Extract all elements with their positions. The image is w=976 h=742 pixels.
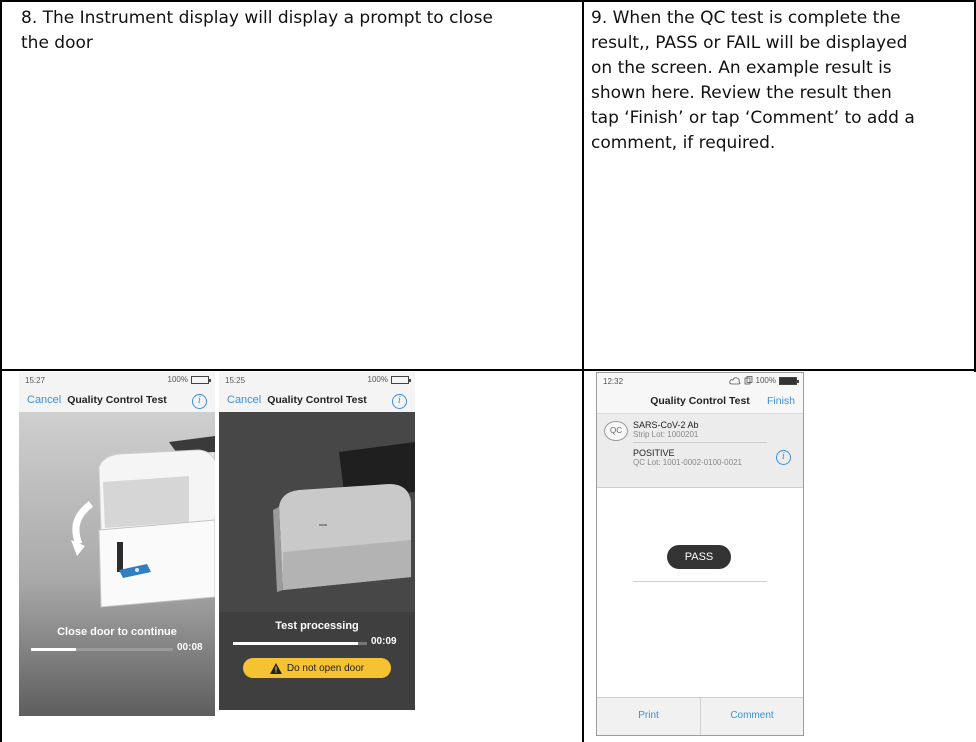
- comment-button[interactable]: Comment: [701, 698, 803, 735]
- instrument-closed-illustration: [219, 412, 415, 612]
- step-9-line-3: on the screen. An example result is: [591, 58, 892, 78]
- close-door-prompt: Close door to continue: [57, 626, 177, 638]
- do-not-open-door-banner: Do not open door: [243, 658, 391, 678]
- processing-prompt: Test processing: [275, 620, 359, 632]
- step-8-text: 8. The Instrument display will display a…: [21, 6, 576, 56]
- progress-bar: [31, 648, 173, 651]
- battery-icon: [779, 376, 799, 385]
- table-middle-divider: [582, 0, 584, 742]
- screen-title: Quality Control Test: [267, 394, 367, 406]
- qc-badge: QC: [604, 421, 628, 441]
- nav-bar: Cancel Quality Control Test i: [19, 390, 215, 412]
- cloud-icon: [728, 376, 740, 384]
- screen-title: Quality Control Test: [67, 394, 167, 406]
- step-9-line-6: comment, if required.: [591, 133, 776, 153]
- status-bar: 12:32 100%: [597, 373, 803, 391]
- progress-fill: [31, 648, 77, 651]
- status-time: 15:25: [225, 376, 246, 385]
- status-time: 15:27: [25, 376, 46, 385]
- print-button[interactable]: Print: [597, 698, 700, 735]
- table-left-border: [0, 0, 2, 742]
- table-row-divider: [0, 369, 976, 371]
- status-bar: 15:25 100%: [219, 372, 415, 390]
- warning-text: Do not open door: [286, 662, 365, 674]
- sync-icon: [744, 376, 752, 385]
- battery-icon: [391, 375, 411, 384]
- control-level: POSITIVE: [633, 448, 675, 458]
- info-icon[interactable]: i: [192, 394, 207, 409]
- step-9-line-5: tap ‘Finish’ or tap ‘Comment’ to add a: [591, 108, 915, 128]
- step-9-line-4: shown here. Review the result then: [591, 83, 892, 103]
- battery-percent: 100%: [167, 375, 188, 384]
- info-icon[interactable]: i: [776, 450, 791, 465]
- qc-lot: QC Lot: 1001-0002-0100-0021: [633, 458, 742, 467]
- finish-button[interactable]: Finish: [767, 395, 795, 407]
- instrument-door-illustration: [71, 436, 215, 608]
- battery-percent: 100%: [367, 375, 388, 384]
- progress-bar: [233, 642, 367, 645]
- warning-icon: [269, 662, 282, 674]
- nav-bar: Quality Control Test Finish: [597, 391, 803, 413]
- test-summary-panel: QC SARS-CoV-2 Ab Strip Lot: 1000201 POSI…: [597, 414, 803, 487]
- battery-icon: [191, 375, 211, 384]
- test-processing-screen: 15:25 100% Cancel Quality Control Test i…: [219, 372, 415, 710]
- nav-bar: Cancel Quality Control Test i: [219, 390, 415, 412]
- timer: 00:08: [177, 642, 203, 653]
- qc-result-screen: 12:32 100% Quality Control Test Finish Q…: [596, 372, 804, 736]
- bottom-bar: Print Comment: [597, 698, 803, 735]
- assay-name: SARS-CoV-2 Ab: [633, 420, 699, 430]
- status-bar: 15:27 100%: [19, 372, 215, 390]
- pass-result-badge: PASS: [667, 545, 731, 569]
- timer: 00:09: [371, 636, 397, 647]
- step-9-text: 9. When the QC test is complete the resu…: [591, 6, 971, 156]
- battery-percent: 100%: [755, 376, 776, 385]
- strip-lot: Strip Lot: 1000201: [633, 430, 699, 439]
- table-top-border: [0, 0, 976, 2]
- step-8-line-1: 8. The Instrument display will display a…: [21, 8, 493, 28]
- close-door-screen: 15:27 100% Cancel Quality Control Test i…: [19, 372, 215, 716]
- progress-fill: [233, 642, 358, 645]
- step-8-line-2: the door: [21, 33, 93, 53]
- status-time: 12:32: [603, 377, 624, 386]
- step-9-line-1: 9. When the QC test is complete the: [591, 8, 901, 28]
- step-9-line-2: result,, PASS or FAIL will be displayed: [591, 33, 908, 53]
- info-icon[interactable]: i: [392, 394, 407, 409]
